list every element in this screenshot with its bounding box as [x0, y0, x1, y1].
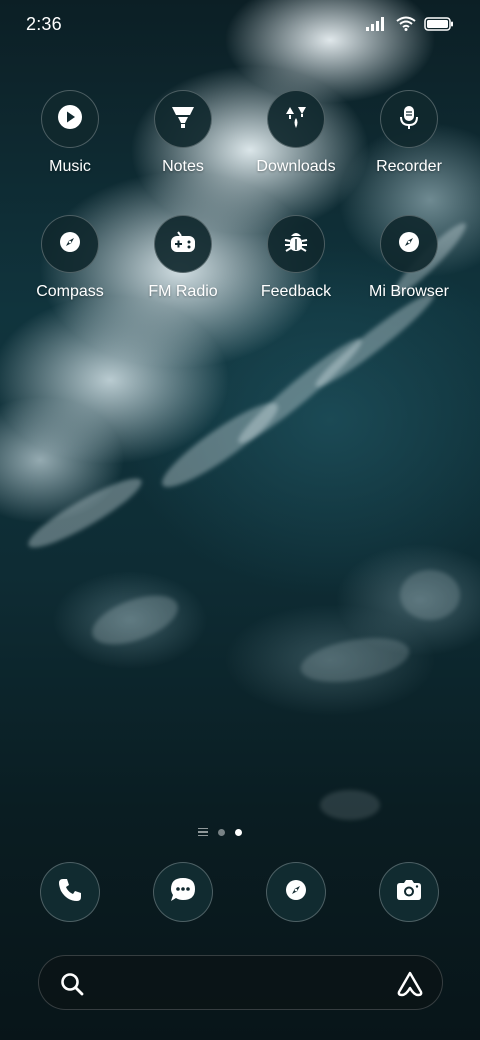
app-feedback-icon-wrap[interactable] [267, 215, 325, 273]
wifi-icon [396, 16, 416, 36]
gamepad-icon [169, 229, 197, 260]
app-label: Feedback [260, 283, 332, 300]
app-mi-browser[interactable]: Mi Browser [354, 215, 464, 301]
app-mi-browser-icon-wrap[interactable] [380, 215, 438, 273]
app-feedback[interactable]: Feedback [241, 215, 351, 301]
status-clock: 2:36 [26, 14, 62, 34]
battery-icon [424, 16, 454, 36]
app-label: Mi Browser [368, 283, 449, 300]
app-music-icon-wrap[interactable] [41, 90, 99, 148]
page-dot[interactable] [218, 828, 225, 836]
app-label: FM Radio [148, 283, 218, 300]
app-fm-radio-icon-wrap[interactable] [154, 215, 212, 273]
page-indicator[interactable] [198, 828, 242, 836]
app-recorder[interactable]: Recorder [354, 90, 464, 176]
page-dot-active[interactable] [235, 828, 242, 836]
search-icon[interactable] [59, 971, 85, 1002]
app-label: Notes [162, 158, 204, 175]
app-compass[interactable]: Compass [15, 215, 125, 301]
dock-messages[interactable] [153, 862, 213, 922]
app-drawer-indicator[interactable] [198, 828, 208, 836]
dock-browser[interactable] [266, 862, 326, 922]
status-bar: 2:36 [0, 0, 480, 50]
play-icon [57, 104, 83, 135]
app-compass-icon-wrap[interactable] [41, 215, 99, 273]
camera-icon [396, 878, 422, 907]
signal-icon [366, 16, 388, 36]
app-recorder-icon-wrap[interactable] [380, 90, 438, 148]
app-label: Recorder [376, 158, 442, 175]
browser-icon [284, 878, 308, 907]
microphone-icon [396, 104, 422, 135]
app-downloads[interactable]: Downloads [241, 90, 351, 176]
compass-icon [58, 230, 82, 259]
messages-icon [169, 876, 197, 909]
assistant-icon[interactable] [396, 970, 424, 1003]
app-notes[interactable]: Notes [128, 90, 238, 176]
app-notes-icon-wrap[interactable] [154, 90, 212, 148]
dock-camera[interactable] [379, 862, 439, 922]
app-music[interactable]: Music [15, 90, 125, 176]
app-label: Downloads [256, 158, 336, 175]
downloads-icon [283, 104, 309, 135]
search-bar[interactable] [38, 955, 443, 1010]
app-label: Compass [36, 283, 104, 300]
bug-icon [283, 229, 309, 260]
status-icons [366, 16, 454, 36]
compass-icon [397, 230, 421, 259]
phone-icon [57, 877, 83, 908]
app-downloads-icon-wrap[interactable] [267, 90, 325, 148]
app-fm-radio[interactable]: FM Radio [128, 215, 238, 301]
notes-icon [170, 104, 196, 135]
search-input[interactable] [99, 968, 373, 1000]
dock-phone[interactable] [40, 862, 100, 922]
app-label: Music [49, 158, 91, 175]
